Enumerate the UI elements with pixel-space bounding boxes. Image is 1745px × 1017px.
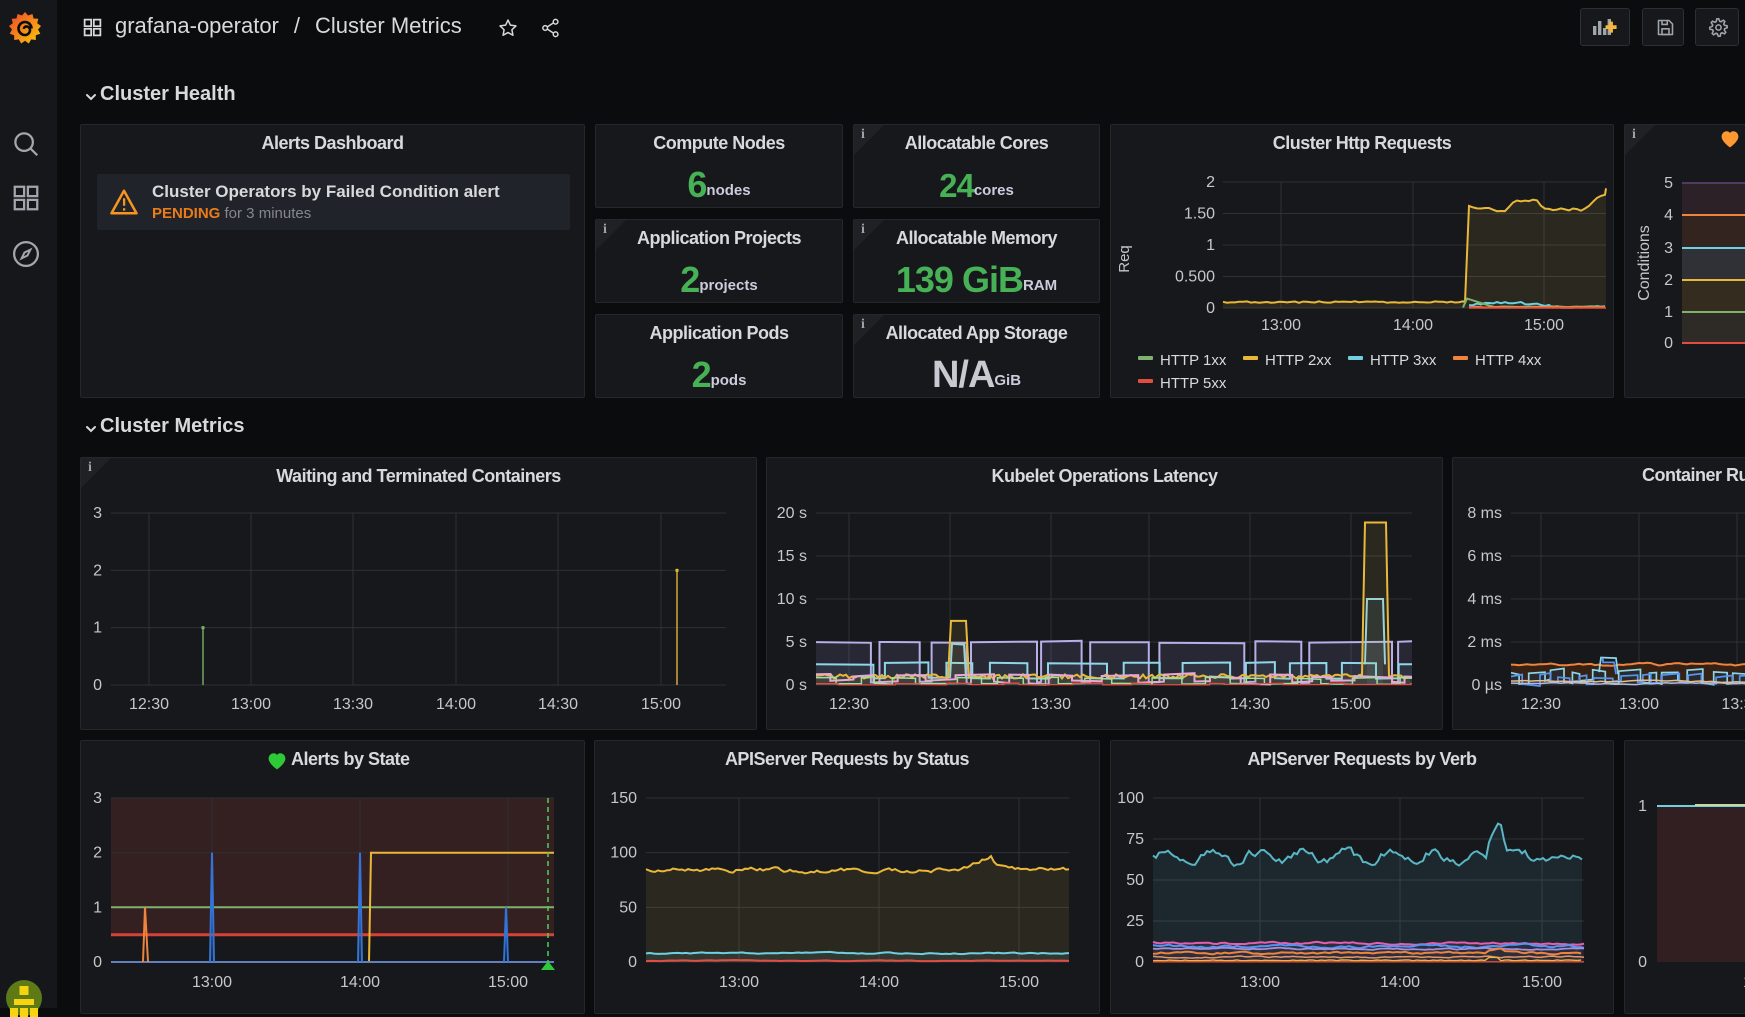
svg-text:25: 25 [1126,913,1144,930]
svg-text:3: 3 [93,790,102,807]
svg-text:0 s: 0 s [786,677,807,694]
svg-text:HTTP 1xx: HTTP 1xx [1160,352,1227,369]
svg-text:0: 0 [1206,300,1215,317]
svg-text:14:30: 14:30 [538,696,578,713]
svg-text:14:00: 14:00 [1393,317,1433,334]
svg-text:15:00: 15:00 [999,974,1039,991]
svg-text:13:30: 13:30 [1031,696,1071,713]
svg-text:50: 50 [1126,872,1144,889]
svg-text:HTTP 5xx: HTTP 5xx [1160,375,1227,392]
svg-text:0 µs: 0 µs [1471,677,1502,694]
svg-text:4: 4 [1664,207,1673,224]
svg-text:4 ms: 4 ms [1467,591,1502,608]
svg-text:13:00: 13:00 [231,696,271,713]
svg-text:HTTP 3xx: HTTP 3xx [1370,352,1437,369]
svg-text:1.50: 1.50 [1184,206,1215,223]
svg-text:0: 0 [93,677,102,694]
svg-text:1: 1 [1206,237,1215,254]
svg-text:5: 5 [1664,175,1673,192]
svg-text:10 s: 10 s [777,591,807,608]
svg-text:13:00: 13:00 [930,696,970,713]
svg-text:HTTP 4xx: HTTP 4xx [1475,352,1542,369]
svg-text:15:00: 15:00 [488,974,528,991]
svg-text:20 s: 20 s [777,505,807,522]
svg-text:3: 3 [93,505,102,522]
svg-text:2: 2 [1664,272,1673,289]
svg-text:0: 0 [628,954,637,971]
svg-text:13:30: 13:30 [333,696,373,713]
svg-text:1: 1 [93,620,102,637]
svg-text:12:30: 12:30 [829,696,869,713]
svg-text:Conditions: Conditions [1636,225,1653,301]
svg-text:HTTP 2xx: HTTP 2xx [1265,352,1332,369]
svg-text:1: 1 [1664,304,1673,321]
svg-text:13:3: 13:3 [1721,696,1745,713]
svg-text:14:00: 14:00 [340,974,380,991]
svg-text:0: 0 [1638,954,1647,971]
svg-text:2: 2 [1206,174,1215,191]
svg-text:15:00: 15:00 [641,696,681,713]
svg-text:13:00: 13:00 [192,974,232,991]
svg-text:15:00: 15:00 [1524,317,1564,334]
svg-text:13:00: 13:00 [719,974,759,991]
svg-text:100: 100 [610,845,637,862]
svg-text:8 ms: 8 ms [1467,505,1502,522]
svg-text:0: 0 [1664,335,1673,352]
svg-text:14:00: 14:00 [436,696,476,713]
svg-text:75: 75 [1126,831,1144,848]
svg-text:15:00: 15:00 [1331,696,1371,713]
svg-text:150: 150 [610,790,637,807]
svg-text:Req: Req [1116,245,1133,273]
svg-text:14:00: 14:00 [1129,696,1169,713]
svg-text:6 ms: 6 ms [1467,548,1502,565]
svg-text:3: 3 [1664,240,1673,257]
svg-text:1: 1 [93,899,102,916]
svg-text:2 ms: 2 ms [1467,634,1502,651]
svg-text:13:00: 13:00 [1261,317,1301,334]
svg-text:15:00: 15:00 [1522,974,1562,991]
svg-text:14:30: 14:30 [1230,696,1270,713]
svg-text:1: 1 [1638,798,1647,815]
svg-text:2: 2 [93,845,102,862]
svg-text:13:00: 13:00 [1240,974,1280,991]
svg-text:13:00: 13:00 [1619,696,1659,713]
svg-text:14:00: 14:00 [859,974,899,991]
svg-text:50: 50 [619,899,637,916]
svg-text:12:30: 12:30 [129,696,169,713]
svg-text:2: 2 [93,562,102,579]
svg-text:100: 100 [1117,790,1144,807]
svg-text:15 s: 15 s [777,548,807,565]
svg-text:0: 0 [93,954,102,971]
svg-text:0.500: 0.500 [1175,269,1215,286]
svg-text:0: 0 [1135,954,1144,971]
svg-text:12:30: 12:30 [1521,696,1561,713]
svg-text:5 s: 5 s [786,634,807,651]
svg-text:14:00: 14:00 [1380,974,1420,991]
